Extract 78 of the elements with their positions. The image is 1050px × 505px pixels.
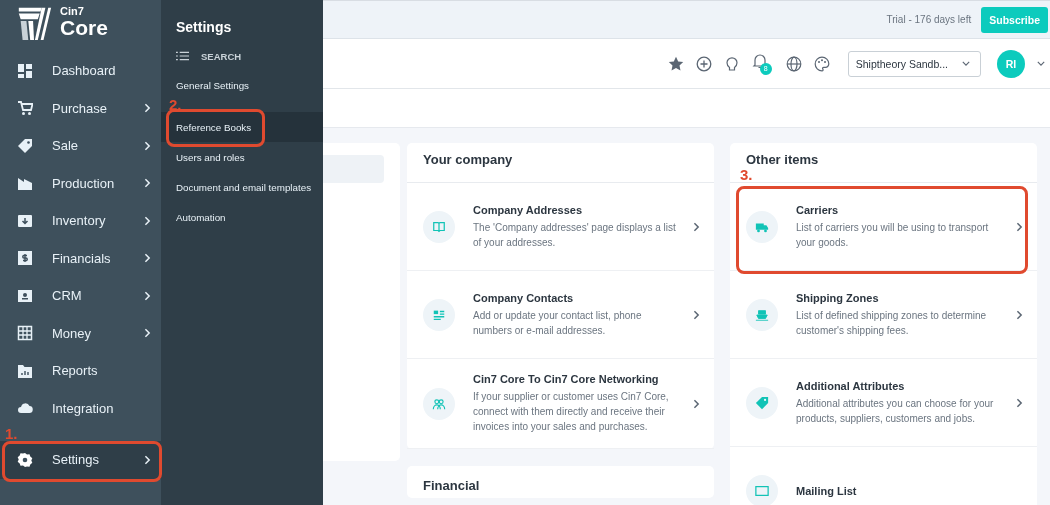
item-description: The 'Company addresses' page displays a list of your addresses. bbox=[473, 220, 677, 250]
contact-list-icon bbox=[423, 298, 455, 331]
nav-item[interactable]: Settings bbox=[0, 441, 161, 479]
card-item[interactable]: Mailing List bbox=[730, 447, 1037, 505]
step-number: 1. bbox=[5, 426, 18, 441]
nav-item[interactable]: Financials bbox=[0, 239, 161, 277]
card-item[interactable]: Carriers List of carriers you will be using to transport your goods. bbox=[730, 183, 1037, 271]
item-description: List of carriers you will be using to transport your goods. bbox=[796, 220, 990, 250]
chevron-right-icon bbox=[693, 221, 700, 232]
nav-item[interactable]: Inventory bbox=[0, 202, 161, 240]
nav-item[interactable]: Purchase bbox=[0, 89, 161, 127]
item-description: List of defined shipping zones to determine customer's shipping fees. bbox=[796, 308, 988, 338]
item-title: Cin7 Core To Cin7 Core Networking bbox=[473, 373, 660, 385]
card-item[interactable]: Shipping Zones List of defined shipping zones to determine customer's shipping fees. bbox=[730, 271, 1037, 359]
nav-item[interactable]: CRM bbox=[0, 277, 161, 315]
bell-icon bbox=[751, 52, 768, 69]
factory-icon bbox=[17, 175, 33, 192]
card-title: Your company bbox=[423, 152, 513, 167]
globe-icon[interactable] bbox=[785, 55, 802, 72]
nav-item[interactable]: Reports bbox=[0, 352, 161, 390]
logo-wordmark: Core bbox=[60, 17, 108, 38]
submenu-item[interactable]: Document and email templates bbox=[161, 172, 323, 202]
search-button[interactable]: SEARCH bbox=[161, 42, 323, 70]
chevron-down-icon[interactable] bbox=[1037, 61, 1045, 66]
chevron-right-icon bbox=[693, 398, 700, 409]
item-title: Mailing List bbox=[796, 484, 858, 497]
contact-card-icon bbox=[17, 287, 33, 304]
dollar-icon bbox=[17, 250, 33, 267]
tag-icon bbox=[17, 137, 33, 154]
company-dropdown[interactable]: Shiptheory Sandb... bbox=[847, 50, 981, 77]
submenu-item[interactable]: Users and roles bbox=[161, 142, 323, 172]
card-item[interactable]: Company Addresses The 'Company addresses' page displays a list of your addresses. bbox=[407, 183, 714, 271]
ship-icon bbox=[746, 298, 778, 331]
chevron-right-icon bbox=[693, 309, 700, 320]
item-description: If your supplier or customer uses Cin7 Core, connect with them directly and receive their invoices into your sales and purchases. bbox=[473, 390, 670, 434]
step-number: 3. bbox=[740, 167, 753, 182]
card-title: Other items bbox=[746, 152, 819, 167]
add-icon[interactable] bbox=[695, 55, 712, 72]
palette-icon[interactable] bbox=[813, 55, 830, 72]
card-item[interactable]: Cin7 Core To Cin7 Core Networking If your supplier or customer uses Cin7 Core, connect with them directly and receive their invoices into your sales and purchases. bbox=[407, 359, 714, 449]
submenu-item[interactable]: Automation bbox=[161, 202, 323, 232]
grid-icon bbox=[17, 325, 33, 342]
settings-icon bbox=[17, 451, 33, 468]
nav-item[interactable]: Dashboard bbox=[0, 52, 161, 90]
chevron-right-icon bbox=[1016, 397, 1023, 408]
card-item[interactable]: Company Contacts Add or update your contact list, phone numbers or e-mail addresses. bbox=[407, 271, 714, 359]
chevron-down-icon bbox=[962, 61, 970, 66]
truck-icon bbox=[746, 210, 778, 243]
item-title: Shipping Zones bbox=[796, 291, 880, 304]
card-item[interactable]: Additional Attributes Additional attributes you can choose for your products, suppliers, customers and jobs. bbox=[730, 359, 1037, 447]
tag-icon bbox=[746, 386, 778, 419]
list-icon bbox=[176, 51, 189, 61]
mail-icon bbox=[746, 474, 778, 505]
nav-item[interactable]: Integration bbox=[0, 389, 161, 427]
item-title: Additional Attributes bbox=[796, 379, 906, 392]
chart-icon bbox=[17, 362, 33, 379]
lightbulb-icon[interactable] bbox=[723, 55, 740, 72]
nav-item[interactable]: Production bbox=[0, 164, 161, 202]
cart-icon bbox=[17, 100, 33, 117]
book-icon bbox=[423, 210, 455, 243]
submenu-item[interactable]: General Settings bbox=[161, 70, 323, 100]
card-title: Financial bbox=[423, 478, 480, 493]
inbox-icon bbox=[17, 212, 33, 229]
chevron-right-icon bbox=[1016, 221, 1023, 232]
chevron-right-icon bbox=[1016, 309, 1023, 320]
star-icon[interactable] bbox=[667, 55, 684, 72]
item-title: Company Addresses bbox=[473, 203, 584, 216]
dashboard-icon bbox=[17, 62, 33, 79]
item-description: Add or update your contact list, phone numbers or e-mail addresses. bbox=[473, 308, 643, 338]
trial-notice: Trial - 176 days left bbox=[886, 14, 972, 25]
item-description: Additional attributes you can choose for your products, suppliers, customers and jobs. bbox=[796, 396, 995, 426]
submenu-title: Settings bbox=[175, 18, 233, 37]
people-icon bbox=[423, 387, 455, 420]
logo-text: Cin7 bbox=[60, 6, 85, 17]
nav-item[interactable]: Sale bbox=[0, 127, 161, 165]
item-title: Carriers bbox=[796, 203, 840, 216]
nav-item[interactable]: Money bbox=[0, 314, 161, 352]
item-title: Company Contacts bbox=[473, 291, 575, 304]
